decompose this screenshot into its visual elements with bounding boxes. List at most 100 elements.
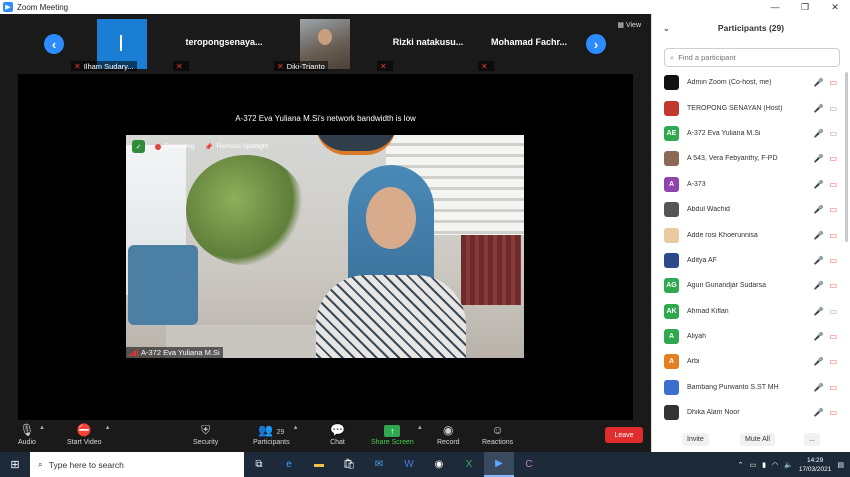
prev-page-button[interactable]: ‹ (44, 34, 64, 54)
participant-row[interactable]: A Aliyah 🎤 ▭ (652, 324, 850, 349)
task-view-icon[interactable]: ⧉ (244, 452, 274, 477)
network-icon[interactable]: ▭ (750, 461, 757, 469)
thumbnail-name: teropongsenaya... (185, 37, 263, 47)
leave-button[interactable]: Leave (605, 427, 643, 443)
notifications-icon[interactable]: ▤ (837, 461, 844, 469)
participants-header: ⌄ Participants (29) (652, 14, 850, 42)
avatar (664, 379, 679, 395)
chevron-up-icon[interactable]: ▲ (39, 425, 45, 431)
next-page-button[interactable]: › (586, 34, 606, 54)
avatar (664, 202, 679, 218)
video-thumbnail[interactable]: ✕ Diki-Trianto (274, 19, 376, 71)
participant-name: TEROPONG SENAYAN (Host) (687, 104, 783, 112)
video-thumbnail[interactable]: ✕ Ilham Sudary... (71, 19, 173, 71)
participants-panel: ⌄ Participants (29) ⌕ Admin Zoom (Co-hos… (651, 14, 850, 452)
zoom-taskbar-icon[interactable]: ▶ (484, 452, 514, 477)
avatar (664, 75, 679, 91)
remove-spotlight-button[interactable]: Remove Spotlight (217, 143, 268, 150)
mute-all-button[interactable]: Mute All (740, 433, 775, 446)
mic-muted-icon: ✕ (74, 61, 81, 71)
speaker-name: A-372 Eva Yuliana M.Si (141, 348, 220, 357)
chevron-down-icon[interactable]: ⌄ (663, 24, 670, 33)
security-button[interactable]: ⛨ Security (193, 422, 218, 446)
bandwidth-notice: A-372 Eva Yuliana M.Si's network bandwid… (235, 114, 416, 123)
share-screen-button[interactable]: ↑ Share Screen ▲ (371, 422, 423, 446)
file-explorer-icon[interactable]: ▬ (304, 452, 334, 477)
windows-start-icon[interactable]: ⊞ (0, 452, 30, 477)
reactions-button[interactable]: ☺ Reactions (482, 422, 513, 446)
thumbnail-name: Mohamad Fachr... (490, 37, 568, 47)
minimize-button[interactable]: — (760, 2, 790, 13)
participant-status: 🎤 ▭ (813, 256, 837, 265)
video-thumbnail[interactable]: Mohamad Fachr... ✕ (478, 19, 580, 71)
close-button[interactable]: ✕ (820, 2, 850, 13)
participant-row[interactable]: AG Agun Gunandjar Sudarsa 🎤 ▭ (652, 273, 850, 298)
clock-time: 14:29 (806, 456, 824, 464)
system-tray: ⌃ ▭ ▮ ◠ 🔈 14:29 17/03/2021 ▤ (738, 452, 850, 477)
chevron-up-icon[interactable]: ⌃ (738, 461, 744, 469)
wifi-icon[interactable]: ◠ (772, 461, 778, 469)
video-thumbnail[interactable]: teropongsenaya... ✕ (173, 19, 275, 71)
participant-row[interactable]: Aditya AF 🎤 ▭ (652, 248, 850, 273)
participant-row[interactable]: Bambang Purwanto S.ST MH 🎤 ▭ (652, 375, 850, 400)
participant-row[interactable]: Adde rosi Khoerunnisa 🎤 ▭ (652, 222, 850, 247)
app-c-icon[interactable]: C (514, 452, 544, 477)
chat-button[interactable]: 💬 Chat (330, 422, 345, 446)
mic-muted-icon: 🎤 (813, 78, 824, 88)
excel-icon[interactable]: X (454, 452, 484, 477)
chrome-icon[interactable]: ◉ (424, 452, 454, 477)
audio-label: Audio (18, 439, 36, 446)
speaker-person (316, 165, 466, 358)
grid-icon: ▦ (617, 22, 624, 29)
spotlight-video[interactable]: ✓ Recording 📌 Remove Spotlight A-372 Eva… (126, 135, 524, 358)
participant-row[interactable]: AE A-372 Eva Yuliana M.Si 🎤 ▭ (652, 121, 850, 146)
invite-button[interactable]: Invite (682, 433, 709, 446)
participant-row[interactable]: TEROPONG SENAYAN (Host) 🎤 ▭ (652, 95, 850, 120)
record-button[interactable]: ◉ Record (437, 422, 460, 446)
chevron-up-icon[interactable]: ▲ (293, 425, 299, 431)
store-icon[interactable]: 🛍 (334, 452, 364, 477)
participant-row[interactable]: Admin Zoom (Co-host, me) 🎤 ▭ (652, 70, 850, 95)
more-options-button[interactable]: ... (804, 433, 820, 446)
speaker-name-tag: A-372 Eva Yuliana M.Si (126, 347, 223, 358)
participant-row[interactable]: A A-373 🎤 ▭ (652, 172, 850, 197)
word-icon[interactable]: W (394, 452, 424, 477)
battery-icon[interactable]: ▮ (762, 461, 766, 469)
mic-muted-icon: 🎤 (813, 230, 824, 240)
search-input[interactable] (678, 53, 829, 62)
edge-browser-icon[interactable]: e (274, 452, 304, 477)
participant-row[interactable]: Dhika Alam Noor 🎤 ▭ (652, 400, 850, 425)
participant-status: 🎤 ▭ (813, 281, 837, 290)
participant-row[interactable]: A Arbi 🎤 ▭ (652, 349, 850, 374)
zoom-app-icon: ▶ (3, 2, 13, 12)
video-off-icon: ▭ (829, 154, 837, 164)
mic-muted-icon: 🎤 (813, 255, 824, 265)
chevron-up-icon[interactable]: ▲ (105, 425, 111, 431)
clock[interactable]: 14:29 17/03/2021 (799, 456, 832, 474)
video-thumbnail[interactable]: Rizki natakusu... ✕ (377, 19, 479, 71)
taskbar-search[interactable]: ⌕ Type here to search (30, 452, 244, 477)
audio-button[interactable]: 🎙 Audio ▲ (18, 422, 45, 446)
participant-list-scrollbar[interactable] (845, 72, 848, 242)
participants-button[interactable]: 👥 29 Participants ▲ (253, 422, 299, 446)
participant-row[interactable]: AK Ahmad Kiflan 🎤 ▭ (652, 299, 850, 324)
volume-icon[interactable]: 🔈 (784, 461, 793, 469)
participants-title: Participants (29) (717, 23, 785, 33)
chevron-up-icon[interactable]: ▲ (417, 425, 423, 431)
video-off-icon: ▭ (829, 205, 837, 215)
participant-row[interactable]: Abdul Wachid 🎤 ▭ (652, 197, 850, 222)
participant-row[interactable]: A 543, Vera Febyanthy, F-PD 🎤 ▭ (652, 146, 850, 171)
video-on-icon: ▭ (829, 103, 837, 113)
participant-status: 🎤 ▭ (813, 78, 837, 87)
reactions-label: Reactions (482, 439, 514, 446)
avatar: AG (664, 278, 679, 294)
start-video-button[interactable]: ⛔ Start Video ▲ (67, 422, 111, 446)
avatar: A (664, 176, 679, 192)
participant-name: Arbi (687, 358, 700, 366)
avatar (664, 252, 679, 268)
participant-status: 🎤 ▭ (813, 231, 837, 240)
mail-icon[interactable]: ✉ (364, 452, 394, 477)
search-icon: ⌕ (670, 52, 675, 62)
restore-button[interactable]: ❐ (790, 2, 820, 13)
view-button[interactable]: ▦ View (617, 21, 641, 29)
